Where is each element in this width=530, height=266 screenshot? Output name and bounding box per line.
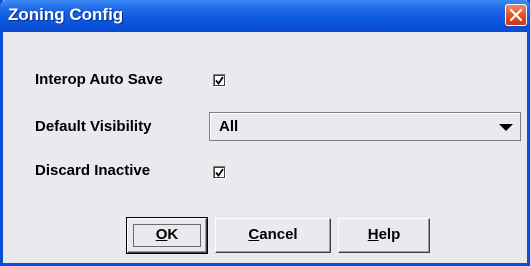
discard-inactive-label: Discard Inactive — [35, 162, 151, 179]
help-button-label: elp — [378, 226, 401, 243]
close-icon — [510, 9, 522, 21]
cancel-button-label: ancel — [259, 226, 298, 243]
cancel-button[interactable]: Cancel — [215, 218, 331, 253]
interop-auto-save-checkbox[interactable] — [213, 74, 226, 87]
help-button[interactable]: Help — [338, 218, 430, 253]
interop-auto-save-label: Interop Auto Save — [35, 71, 163, 88]
discard-inactive-checkbox[interactable] — [213, 166, 226, 179]
default-visibility-value: All — [219, 118, 239, 135]
focus-ring — [133, 224, 201, 247]
chevron-down-icon — [499, 124, 513, 131]
help-button-mnemonic: H — [367, 226, 379, 243]
ok-button[interactable]: OK — [126, 217, 208, 254]
cancel-button-mnemonic: C — [248, 226, 260, 243]
dropdown-button[interactable] — [496, 117, 516, 137]
title-bar[interactable]: Zoning Config — [0, 0, 530, 32]
default-visibility-select[interactable]: All — [209, 112, 521, 141]
default-visibility-label: Default Visibility — [35, 118, 152, 135]
check-icon — [215, 76, 224, 85]
check-icon — [215, 168, 224, 177]
zoning-config-dialog: Zoning Config Interop Auto Save Default … — [0, 0, 530, 266]
close-button[interactable] — [505, 4, 527, 26]
dialog-title: Zoning Config — [8, 5, 124, 24]
